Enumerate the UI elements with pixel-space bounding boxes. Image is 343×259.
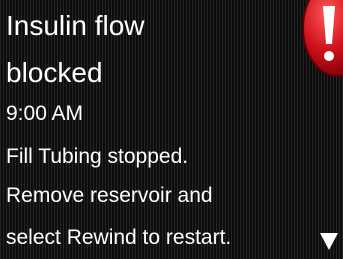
alert-title-line-2: blocked	[6, 57, 103, 88]
alert-message-line-1: Fill Tubing stopped.	[6, 145, 189, 168]
scroll-down-icon[interactable]	[318, 230, 340, 252]
alert-message-line-2: Remove reservoir and	[6, 184, 213, 207]
alert-screen: Insulin flow blocked 9:00 AM Fill Tubing…	[0, 0, 343, 259]
alert-message-line-3: select Rewind to restart.	[6, 226, 232, 249]
alert-title-line-1: Insulin flow	[6, 10, 145, 41]
alert-time: 9:00 AM	[6, 102, 84, 125]
alert-exclamation-icon	[302, 0, 343, 77]
